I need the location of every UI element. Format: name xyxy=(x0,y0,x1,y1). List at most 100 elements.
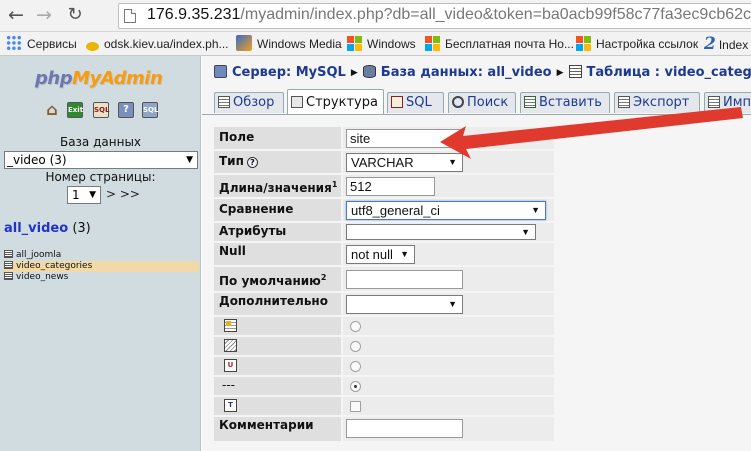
field-name-row: Поле site xyxy=(214,127,554,149)
bookmark-link-settings[interactable]: Настройка ссылок xyxy=(576,35,698,53)
browse-icon xyxy=(218,96,230,108)
tab-export[interactable]: Экспорт xyxy=(614,92,700,113)
no-index-radio[interactable] xyxy=(350,381,361,392)
attributes-cell: ▼ xyxy=(343,223,554,241)
tab-search[interactable]: Поиск xyxy=(448,92,516,113)
breadcrumb: Сервер: MySQL ▶ База данных: all_video ▶ Таб… xyxy=(214,65,751,80)
index-icon xyxy=(224,339,237,352)
length-label: Длина/значения1 xyxy=(214,175,341,197)
odsk-favicon-icon xyxy=(86,42,99,51)
no-index-row: --- xyxy=(214,377,554,395)
extra-select[interactable]: ▼ xyxy=(346,295,463,314)
unique-index-row: U xyxy=(214,357,554,375)
fulltext-label-cell: T xyxy=(214,397,341,415)
comments-input[interactable] xyxy=(346,419,463,438)
bookmark-odsk[interactable]: odsk.kiev.ua/index.ph... xyxy=(86,35,229,53)
database-icon xyxy=(362,65,376,78)
sql-docs-icon[interactable]: SQL xyxy=(142,102,158,118)
index-cell xyxy=(343,337,554,355)
length-cell: 512 xyxy=(343,175,554,197)
breadcrumb-database[interactable]: База данных: all_video xyxy=(381,65,552,80)
extra-cell: ▼ xyxy=(343,293,554,315)
index-row xyxy=(214,337,554,355)
documentation-icon[interactable]: ? xyxy=(118,102,134,118)
address-bar[interactable]: 176.9.35.231/myadmin/index.php?db=all_vi… xyxy=(118,3,751,29)
fulltext-checkbox[interactable] xyxy=(350,401,361,412)
null-cell: not null ▼ xyxy=(343,243,554,265)
phpmyadmin-logo[interactable]: phpMyAdmin xyxy=(35,68,163,89)
bookmark-index[interactable]: 2 Index xyxy=(704,35,748,53)
import-icon xyxy=(708,96,720,108)
unique-radio[interactable] xyxy=(350,361,361,372)
structure-icon xyxy=(291,96,303,108)
table-icon[interactable] xyxy=(4,272,13,280)
bookmark-mail[interactable]: Бесплатная почта Ho... xyxy=(425,35,574,53)
table-count: (3) xyxy=(72,221,91,236)
database-link[interactable]: all_video xyxy=(4,221,68,236)
url-text[interactable]: 176.9.35.231/myadmin/index.php?db=all_vi… xyxy=(147,6,751,24)
bookmark-windows[interactable]: Windows xyxy=(347,35,416,53)
unique-label-cell: U xyxy=(214,357,341,375)
database-link-row: all_video (3) xyxy=(4,221,91,236)
extra-row: Дополнительно ▼ xyxy=(214,293,554,315)
database-label: База данных xyxy=(59,135,142,149)
type-cell: VARCHAR ▼ xyxy=(343,151,554,173)
primary-radio[interactable] xyxy=(350,321,361,332)
reload-icon[interactable]: ↻ xyxy=(63,4,87,28)
type-row: Тип? VARCHAR ▼ xyxy=(214,151,554,173)
tab-structure[interactable]: Структура xyxy=(287,89,384,114)
default-row: По умолчанию2 xyxy=(214,267,554,291)
index-radio[interactable] xyxy=(350,341,361,352)
home-icon[interactable]: ⌂ xyxy=(44,102,60,118)
bookmark-apps[interactable]: Сервисы xyxy=(6,35,77,53)
export-icon xyxy=(618,96,630,108)
table-item[interactable]: all_joomla xyxy=(4,250,199,261)
help-icon[interactable]: ? xyxy=(246,157,258,168)
field-name-input[interactable]: site xyxy=(346,129,463,148)
null-label: Null xyxy=(214,243,341,265)
index-label-cell xyxy=(214,337,341,355)
tab-browse[interactable]: Обзор xyxy=(214,92,284,113)
null-select[interactable]: not null ▼ xyxy=(346,245,415,264)
tab-insert[interactable]: Вставить xyxy=(520,92,610,113)
forward-arrow-icon[interactable]: → xyxy=(32,4,56,28)
fulltext-icon: T xyxy=(224,399,237,412)
query-window-icon[interactable]: SQL xyxy=(93,102,109,118)
length-input[interactable]: 512 xyxy=(346,177,435,196)
primary-label-cell xyxy=(214,317,341,335)
type-select[interactable]: VARCHAR ▼ xyxy=(346,153,463,172)
tab-sql[interactable]: SQL xyxy=(387,92,444,113)
search-icon xyxy=(452,96,464,108)
breadcrumb-server[interactable]: Сервер: MySQL xyxy=(232,65,346,80)
default-input[interactable] xyxy=(346,270,463,289)
table-icon[interactable] xyxy=(4,250,13,258)
server-icon xyxy=(214,65,227,78)
breadcrumb-separator-icon: ▶ xyxy=(556,68,564,78)
chevron-down-icon: ▼ xyxy=(448,157,457,167)
no-index-label: --- xyxy=(214,377,341,395)
chevron-down-icon: ▼ xyxy=(89,190,96,200)
field-name-cell: site xyxy=(343,127,554,149)
type-label: Тип? xyxy=(214,151,341,173)
comments-row: Комментарии xyxy=(214,417,554,441)
table-item[interactable]: video_categories xyxy=(4,261,199,272)
attributes-select[interactable]: ▼ xyxy=(346,224,536,240)
navigation-frame: phpMyAdmin phpMyAdmin ⌂ Exit SQL ? SQL Б… xyxy=(0,56,201,451)
back-arrow-icon[interactable]: ← xyxy=(4,4,28,28)
chevron-down-icon: ▼ xyxy=(400,249,409,259)
tab-import[interactable]: Имп xyxy=(704,92,751,113)
bookmark-windows-media[interactable]: Windows Media xyxy=(236,35,342,53)
breadcrumb-table[interactable]: Таблица : video_categories xyxy=(587,65,751,80)
field-name-label: Поле xyxy=(214,127,341,149)
page-nav-links[interactable]: > >> xyxy=(106,187,140,201)
table-icon[interactable] xyxy=(4,261,13,269)
attributes-row: Атрибуты ▼ xyxy=(214,223,554,241)
length-row: Длина/значения1 512 xyxy=(214,175,554,197)
page-number-select[interactable]: 1 ▼ xyxy=(67,186,101,204)
exit-icon[interactable]: Exit xyxy=(67,102,83,118)
page-number-label: Номер страницы: xyxy=(45,170,156,184)
table-item[interactable]: video_news xyxy=(4,272,199,283)
database-select[interactable]: _video (3) ▼ xyxy=(4,151,198,169)
collation-select[interactable]: utf8_general_ci ▼ xyxy=(346,201,546,220)
collation-row: Сравнение utf8_general_ci ▼ xyxy=(214,199,554,221)
